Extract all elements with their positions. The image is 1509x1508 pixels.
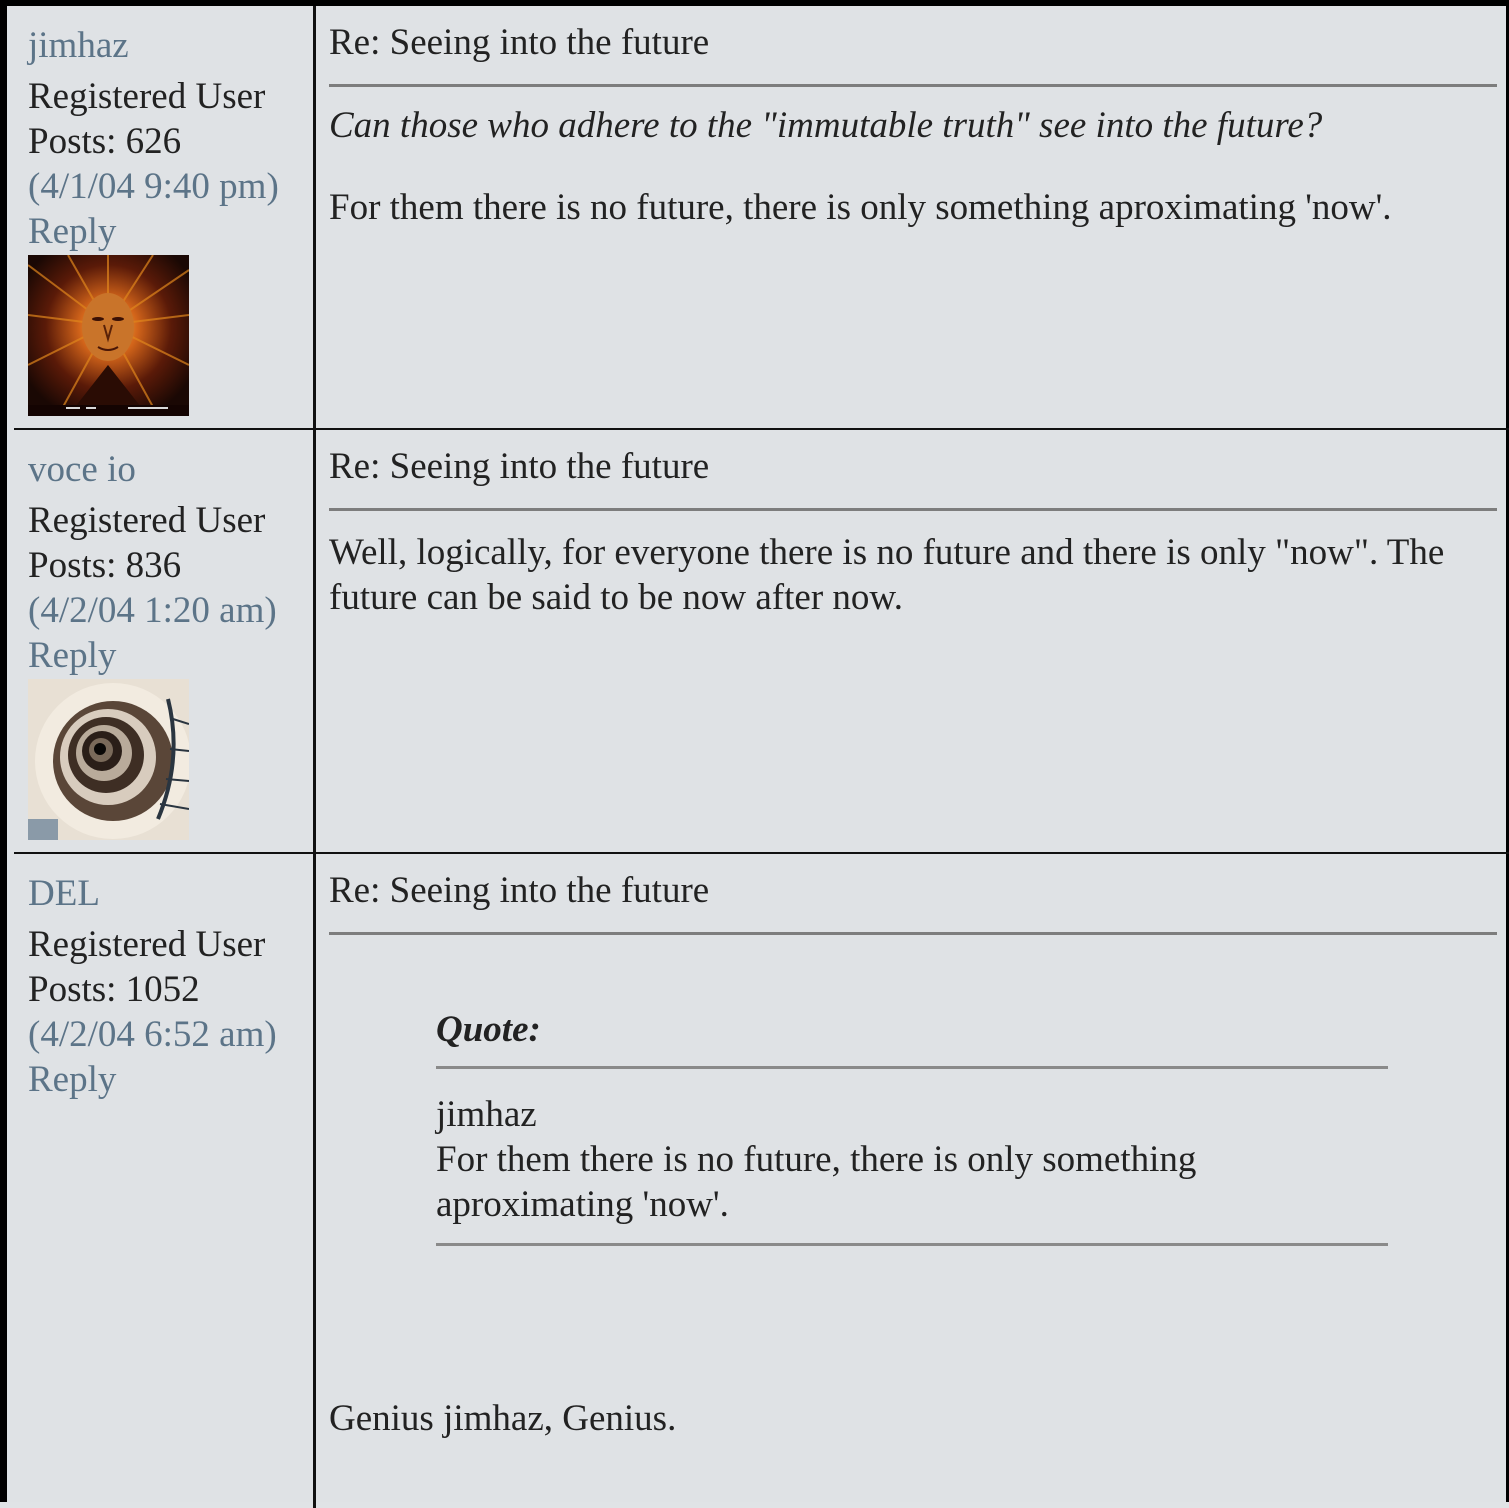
reply-link[interactable]: Reply <box>28 1057 116 1102</box>
subject-divider <box>329 508 1497 511</box>
sun-face-avatar <box>28 255 189 416</box>
username-link[interactable]: voce io <box>28 447 136 492</box>
post-3: DEL Registered User Posts: 1052 (4/2/04 … <box>14 854 1509 1508</box>
reply-link[interactable]: Reply <box>28 209 116 254</box>
reply-link[interactable]: Reply <box>28 633 116 678</box>
post-timestamp-link[interactable]: (4/1/04 9:40 pm) <box>28 164 279 209</box>
post-body: Genius jimhaz, Genius. <box>329 1398 677 1439</box>
post-content: Re: Seeing into the future Well, logical… <box>316 430 1509 852</box>
post-timestamp-link[interactable]: (4/2/04 6:52 am) <box>28 1012 277 1057</box>
quote-bottom-divider <box>436 1243 1388 1246</box>
post-subject: Re: Seeing into the future <box>329 870 710 911</box>
user-role: Registered User <box>28 76 266 117</box>
forum-thread: jimhaz Registered User Posts: 626 (4/1/0… <box>0 0 1509 1508</box>
user-role: Registered User <box>28 500 266 541</box>
post-2: voce io Registered User Posts: 836 (4/2/… <box>14 430 1509 854</box>
post-content: Re: Seeing into the future Quote: jimhaz… <box>316 854 1509 1508</box>
post-count: Posts: 1052 <box>28 969 200 1010</box>
post-subject: Re: Seeing into the future <box>329 446 710 487</box>
post-author-panel: jimhaz Registered User Posts: 626 (4/1/0… <box>14 6 316 428</box>
post-1: jimhaz Registered User Posts: 626 (4/1/0… <box>14 6 1509 430</box>
post-timestamp-link[interactable]: (4/2/04 1:20 am) <box>28 588 277 633</box>
post-count: Posts: 836 <box>28 545 182 586</box>
quote-label: Quote: <box>436 1009 541 1050</box>
username-link[interactable]: jimhaz <box>28 23 129 68</box>
user-role: Registered User <box>28 924 266 965</box>
quote-top-divider <box>436 1066 1388 1069</box>
subject-divider <box>329 84 1497 87</box>
quote-text: For them there is no future, there is on… <box>436 1139 1197 1225</box>
quoted-question: Can those who adhere to the "immutable t… <box>329 105 1323 146</box>
subject-divider <box>329 932 1497 935</box>
post-body: For them there is no future, there is on… <box>329 187 1392 228</box>
post-author-panel: voce io Registered User Posts: 836 (4/2/… <box>14 430 316 852</box>
post-count: Posts: 626 <box>28 121 182 162</box>
post-body: Well, logically, for everyone there is n… <box>329 532 1445 618</box>
username-link[interactable]: DEL <box>28 871 100 916</box>
post-subject: Re: Seeing into the future <box>329 22 710 63</box>
spiral-staircase-avatar <box>28 679 189 840</box>
post-content: Re: Seeing into the future Can those who… <box>316 6 1509 428</box>
quote-author: jimhaz <box>436 1094 537 1135</box>
post-author-panel: DEL Registered User Posts: 1052 (4/2/04 … <box>14 854 316 1508</box>
